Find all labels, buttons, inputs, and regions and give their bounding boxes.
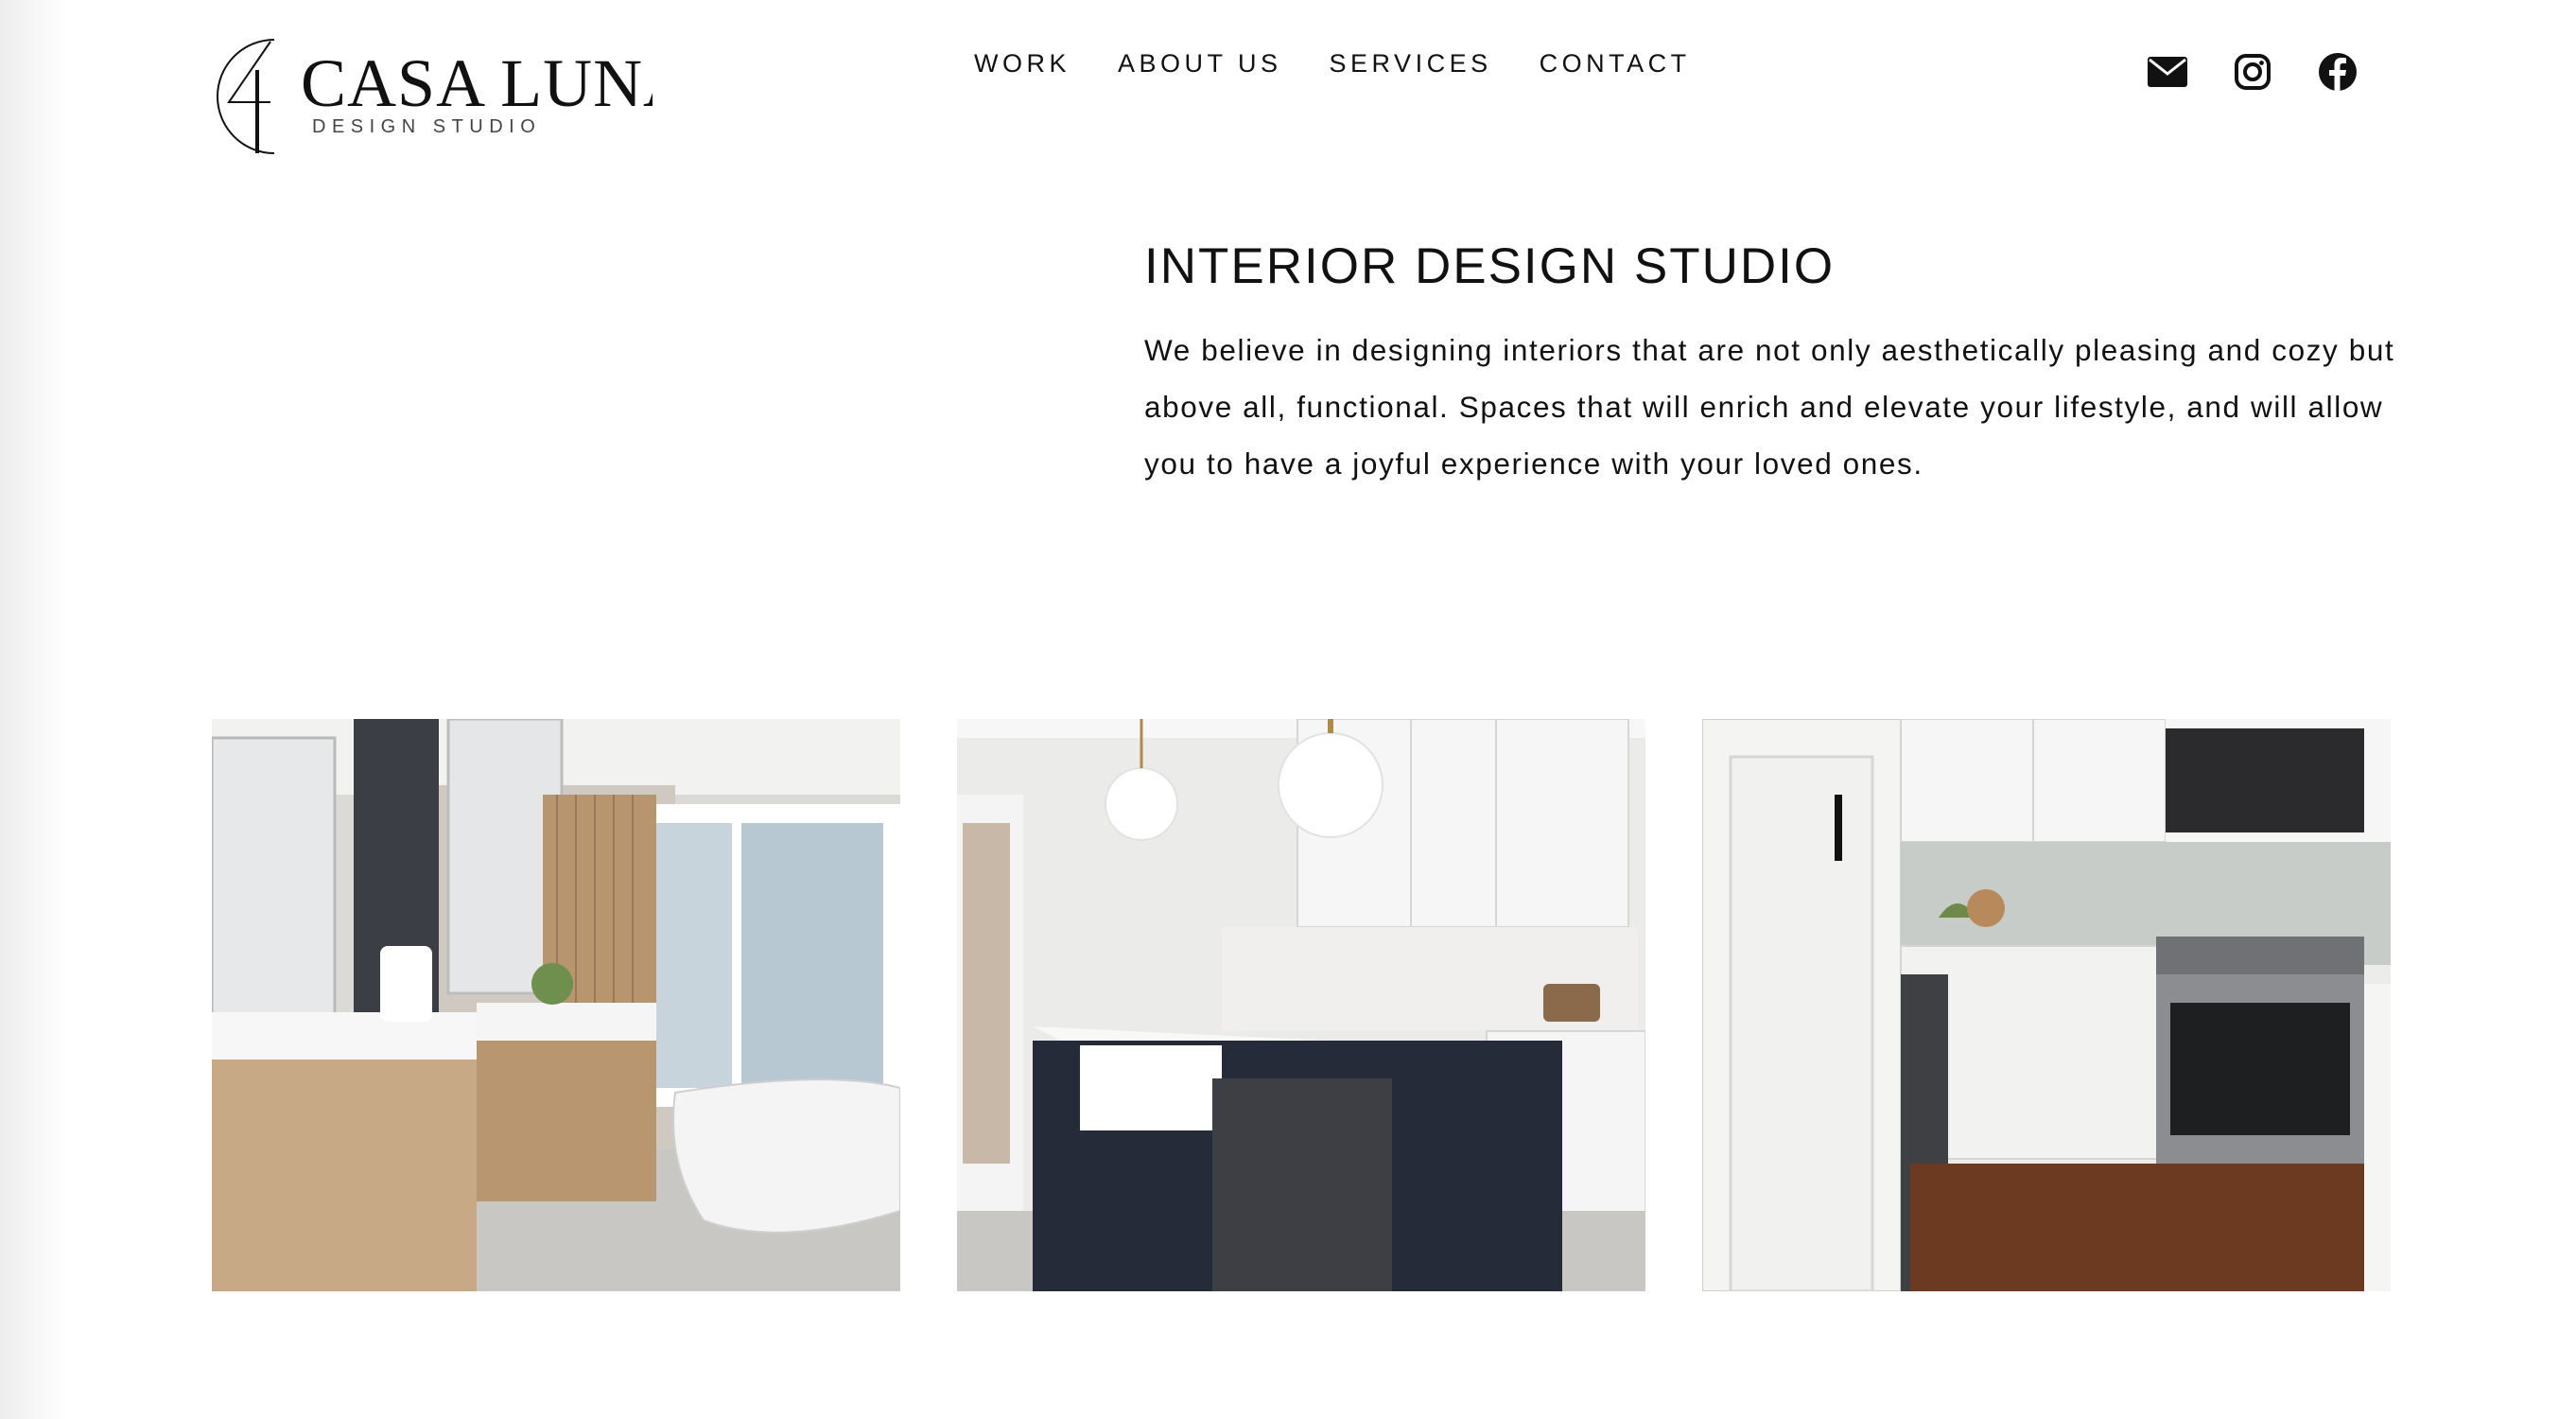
- intro-paragraph: We believe in designing interiors that a…: [1144, 322, 2402, 492]
- instagram-icon[interactable]: [2232, 51, 2273, 93]
- main-nav: WORK ABOUT US SERVICES CONTACT: [974, 49, 1738, 79]
- page-content: CASA LUNA DESIGN STUDIO WORK ABOUT US SE…: [0, 0, 2576, 1419]
- email-icon[interactable]: [2147, 51, 2188, 93]
- intro-line: you to have a joyful experience with you…: [1144, 446, 1923, 481]
- brand-logo[interactable]: CASA LUNA DESIGN STUDIO: [208, 32, 653, 155]
- brand-tagline: DESIGN STUDIO: [312, 116, 541, 137]
- page-title: INTERIOR DESIGN STUDIO: [1144, 238, 1836, 294]
- intro-line: above all, functional. Spaces that will …: [1144, 389, 2384, 424]
- photo-gallery: [212, 719, 2391, 1291]
- social-links: [2147, 51, 2402, 93]
- brand-name: CASA LUNA: [301, 45, 653, 121]
- page: CASA LUNA DESIGN STUDIO WORK ABOUT US SE…: [0, 0, 2576, 1419]
- photo-bathroom[interactable]: [212, 719, 900, 1291]
- photo-kitchen-island[interactable]: [957, 719, 1645, 1291]
- photo-kitchen-range[interactable]: [1702, 719, 2391, 1291]
- nav-contact[interactable]: CONTACT: [1540, 49, 1691, 79]
- intro-line: We believe in designing interiors that a…: [1144, 332, 2395, 367]
- intro-section: INTERIOR DESIGN STUDIO We believe in des…: [1144, 236, 2402, 492]
- nav-work[interactable]: WORK: [974, 49, 1070, 79]
- nav-services[interactable]: SERVICES: [1330, 49, 1492, 79]
- facebook-icon[interactable]: [2317, 51, 2358, 93]
- nav-about-us[interactable]: ABOUT US: [1118, 49, 1282, 79]
